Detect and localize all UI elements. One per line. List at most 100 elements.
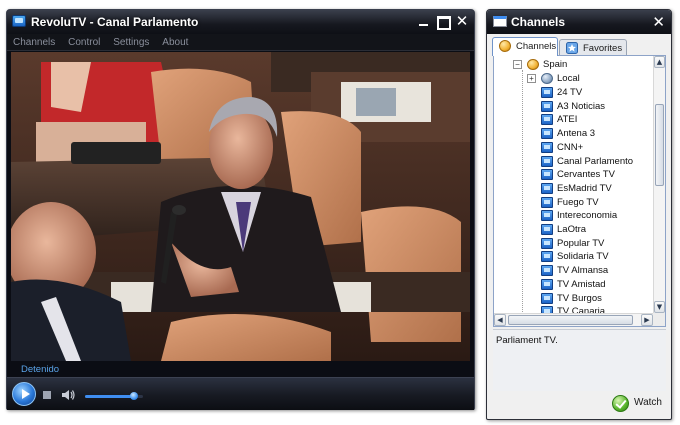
globe-icon bbox=[527, 59, 539, 70]
tv-icon bbox=[541, 278, 553, 290]
tv-icon bbox=[541, 182, 553, 194]
channel-list-item[interactable]: LaOtra bbox=[494, 223, 654, 237]
channel-name: EsMadrid TV bbox=[557, 182, 612, 194]
channel-name: TV Almansa bbox=[557, 265, 609, 277]
channel-name: CNN+ bbox=[557, 141, 584, 153]
channel-name: Popular TV bbox=[557, 237, 605, 249]
channel-name: 24 TV bbox=[557, 87, 583, 98]
volume-slider[interactable] bbox=[85, 392, 143, 400]
channel-name: Cervantes TV bbox=[557, 169, 615, 181]
channel-list-item[interactable]: Solidaria TV bbox=[494, 250, 654, 264]
tab-channels[interactable]: Channels bbox=[492, 37, 558, 56]
video-image bbox=[11, 52, 470, 361]
channel-tree-list: − Spain + Local 24 TV A3 Noticias ATEI Ante… bbox=[494, 56, 654, 314]
channel-tree: − Spain + Local 24 TV A3 Noticias ATEI Ante… bbox=[493, 55, 666, 327]
channel-list-item[interactable]: 24 TV bbox=[494, 86, 654, 100]
tv-icon bbox=[541, 155, 553, 167]
tv-icon bbox=[541, 224, 553, 235]
player-title: RevoluTV - Canal Parlamento bbox=[31, 15, 199, 29]
expand-icon[interactable]: + bbox=[527, 74, 536, 83]
menu-about[interactable]: About bbox=[162, 34, 188, 51]
watch-button[interactable]: Watch bbox=[612, 394, 666, 414]
tree-node-spain[interactable]: − Spain bbox=[494, 58, 654, 72]
channels-close-button[interactable]: ✕ bbox=[652, 13, 665, 31]
channel-description: Parliament TV. bbox=[496, 335, 558, 346]
window-icon bbox=[493, 16, 507, 27]
channel-list-item[interactable]: TV Amistad bbox=[494, 278, 654, 292]
playback-status: Detenido bbox=[21, 364, 60, 375]
tv-icon bbox=[541, 128, 553, 140]
channel-list-item[interactable]: Canal Parlamento bbox=[494, 155, 654, 169]
channel-list-item[interactable]: Popular TV bbox=[494, 237, 654, 251]
channel-name: TV Amistad bbox=[557, 278, 606, 290]
play-button[interactable] bbox=[12, 382, 36, 406]
channel-list-item[interactable]: TV Burgos bbox=[494, 292, 654, 306]
horizontal-scrollbar[interactable]: ◀ ▶ bbox=[494, 313, 654, 326]
tv-icon bbox=[541, 87, 553, 98]
player-menubar: Channels Control Settings About bbox=[7, 34, 474, 51]
star-icon bbox=[566, 42, 578, 54]
vertical-scroll-thumb[interactable] bbox=[655, 104, 664, 186]
channel-list-item[interactable]: ATEI bbox=[494, 113, 654, 127]
player-controls bbox=[7, 377, 474, 410]
channel-name: Fuego TV bbox=[557, 196, 599, 208]
horizontal-scroll-thumb[interactable] bbox=[508, 315, 633, 325]
channels-titlebar[interactable]: Channels ✕ bbox=[487, 10, 671, 34]
player-titlebar[interactable]: RevoluTV - Canal Parlamento ✕ bbox=[7, 10, 474, 34]
tv-icon bbox=[541, 292, 553, 304]
channel-list-item[interactable]: A3 Noticias bbox=[494, 100, 654, 114]
tv-icon bbox=[541, 251, 553, 263]
tv-app-icon bbox=[12, 15, 26, 27]
vertical-scrollbar[interactable]: ▲ ▼ bbox=[653, 56, 665, 314]
channel-name: A3 Noticias bbox=[557, 100, 606, 112]
scroll-right-button[interactable]: ▶ bbox=[641, 314, 653, 326]
player-window: RevoluTV - Canal Parlamento ✕ Channels C… bbox=[6, 9, 475, 410]
scroll-left-button[interactable]: ◀ bbox=[494, 314, 506, 326]
tab-channels-label: Channels bbox=[516, 41, 557, 52]
channel-name: LaOtra bbox=[557, 224, 587, 235]
menu-control[interactable]: Control bbox=[68, 34, 100, 51]
checkmark-icon bbox=[612, 395, 629, 412]
channel-list-item[interactable]: Intereconomia bbox=[494, 209, 654, 223]
tab-favorites[interactable]: Favorites bbox=[559, 39, 627, 56]
scroll-down-button[interactable]: ▼ bbox=[654, 301, 665, 313]
menu-settings[interactable]: Settings bbox=[113, 34, 149, 51]
watch-label: Watch bbox=[634, 397, 662, 408]
maximize-button[interactable] bbox=[435, 14, 451, 30]
tv-icon bbox=[541, 141, 553, 153]
close-button[interactable]: ✕ bbox=[454, 14, 470, 29]
tv-icon bbox=[541, 100, 553, 112]
channel-list-item[interactable]: EsMadrid TV bbox=[494, 182, 654, 196]
tree-node-label: Spain bbox=[543, 59, 568, 70]
minimize-button[interactable] bbox=[416, 14, 432, 29]
channel-list-item[interactable]: Antena 3 bbox=[494, 127, 654, 141]
channel-name: Intereconomia bbox=[557, 210, 618, 222]
channel-list-item[interactable]: CNN+ bbox=[494, 141, 654, 155]
channel-list-item[interactable]: TV Almansa bbox=[494, 264, 654, 278]
channel-description-panel: Parliament TV. bbox=[493, 329, 666, 391]
tab-favorites-label: Favorites bbox=[583, 43, 623, 54]
channel-name: ATEI bbox=[557, 114, 578, 126]
channel-name: Canal Parlamento bbox=[557, 155, 634, 167]
channel-name: TV Burgos bbox=[557, 292, 602, 304]
collapse-icon[interactable]: − bbox=[513, 60, 522, 69]
volume-knob[interactable] bbox=[130, 392, 139, 400]
scroll-up-button[interactable]: ▲ bbox=[654, 56, 665, 68]
video-frame[interactable] bbox=[11, 52, 470, 361]
channel-list-item[interactable]: Fuego TV bbox=[494, 196, 654, 210]
tree-node-local[interactable]: + Local bbox=[494, 72, 654, 86]
channels-title: Channels bbox=[511, 15, 566, 29]
tv-icon bbox=[541, 210, 553, 222]
channel-name: Antena 3 bbox=[557, 128, 596, 140]
volume-icon[interactable] bbox=[61, 389, 75, 401]
tv-icon bbox=[541, 114, 553, 126]
menu-channels[interactable]: Channels bbox=[13, 34, 55, 51]
stop-button[interactable] bbox=[43, 391, 51, 399]
channel-list-item[interactable]: Cervantes TV bbox=[494, 168, 654, 182]
channel-name: Solidaria TV bbox=[557, 251, 609, 263]
local-icon bbox=[541, 73, 553, 84]
tv-icon bbox=[541, 196, 553, 208]
tree-node-label: Local bbox=[557, 73, 580, 84]
globe-icon bbox=[499, 40, 511, 52]
tv-icon bbox=[541, 237, 553, 249]
